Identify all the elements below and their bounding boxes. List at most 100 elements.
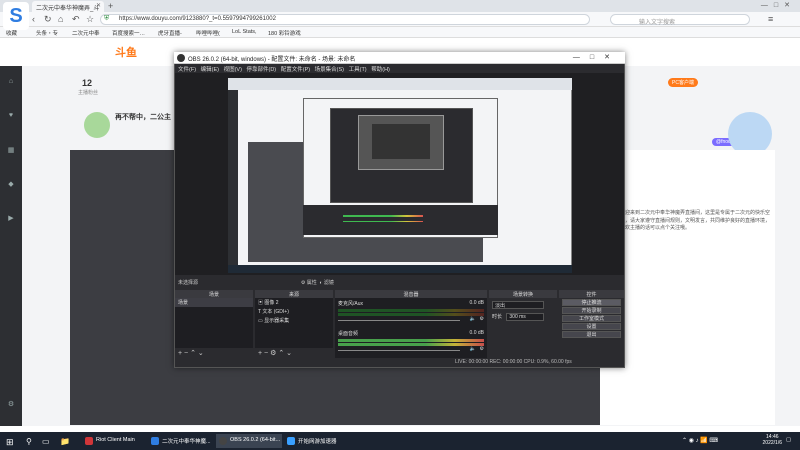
sidebar-settings-icon[interactable]: ⚙: [4, 400, 18, 410]
text-icon: T: [258, 309, 261, 315]
filter-icon[interactable]: ◐: [320, 280, 323, 286]
stop-streaming-button[interactable]: 停止推流: [562, 299, 621, 306]
browser-logo-icon[interactable]: S: [3, 2, 29, 30]
gear-icon[interactable]: ⚙: [270, 350, 276, 357]
transitions-dock-title: 场景转换: [489, 290, 557, 298]
taskbar-app-riot[interactable]: Riot Client Main: [82, 434, 146, 448]
sidebar-home-icon[interactable]: ⌂: [4, 78, 18, 88]
new-tab-icon[interactable]: +: [108, 1, 113, 11]
speaker-icon[interactable]: 🔈: [470, 316, 476, 322]
speaker-icon[interactable]: 🔈: [470, 346, 476, 352]
sidebar-follow-icon[interactable]: ♥: [4, 112, 18, 122]
gear-icon[interactable]: ⚙: [301, 280, 305, 286]
bookmark-item[interactable]: 180 彩铃游戏: [268, 29, 301, 37]
add-icon[interactable]: +: [258, 350, 262, 357]
volume-slider[interactable]: 🔈 ⚙: [338, 346, 484, 354]
accelerator-icon: [287, 437, 295, 445]
source-item[interactable]: T 文本 (GDI+): [255, 307, 333, 316]
source-label: 文本 (GDI+): [262, 309, 289, 315]
host-avatar[interactable]: [84, 112, 110, 138]
remove-icon[interactable]: −: [184, 350, 188, 357]
home-icon[interactable]: ⌂: [58, 14, 63, 24]
exit-button[interactable]: 退出: [562, 331, 621, 338]
chevron-down-icon[interactable]: ⌄: [286, 350, 292, 357]
star-icon[interactable]: ☆: [86, 14, 94, 25]
bookmark-item[interactable]: LoL Stats,: [232, 29, 257, 35]
controls-dock: 控件 停止推流 开始录制 工作室模式 设置 退出: [559, 290, 624, 358]
browser-tab[interactable]: 二次元中奉华神魔弄_斗: [32, 1, 104, 12]
gear-icon[interactable]: ⚙: [480, 316, 484, 322]
remove-icon[interactable]: −: [264, 350, 268, 357]
riot-icon: [85, 437, 93, 445]
volume-meter: [338, 309, 484, 312]
site-logo[interactable]: 斗鱼: [115, 44, 137, 60]
browser-tab-bar: [0, 0, 800, 12]
system-clock[interactable]: 14:46 2022/1/6: [763, 434, 782, 446]
chevron-up-icon[interactable]: ⌃: [278, 350, 284, 357]
taskbar-app-browser[interactable]: 二次元中奉华神魔...: [148, 434, 214, 448]
pc-client-badge[interactable]: PC客户端: [668, 78, 698, 87]
room-description: 欢迎来到二次元中奉华神魔弄直播间，这里是专属于二次元的快乐空间，请大家遵守直播间…: [620, 210, 771, 231]
image-icon: ▣: [258, 300, 264, 306]
scene-item[interactable]: 场景: [175, 298, 253, 307]
no-source-text: 未选择源: [178, 280, 199, 286]
studio-mode-button[interactable]: 工作室模式: [562, 315, 621, 322]
obs-title-bar[interactable]: OBS 26.0.2 (64-bit, windows) - 配置文件: 未命名…: [174, 52, 625, 64]
taskbar-app-label: 开始网游加速器: [298, 439, 337, 445]
bookmark-item[interactable]: 收藏: [6, 29, 17, 37]
bookmark-item[interactable]: 头条・专: [36, 29, 58, 37]
bookmark-item[interactable]: 哔哩哔哩(: [196, 29, 220, 37]
taskbar-app-label: Riot Client Main: [96, 437, 135, 443]
start-recording-button[interactable]: 开始录制: [562, 307, 621, 314]
filters-button[interactable]: 滤镜: [324, 280, 334, 286]
follower-label: 主播粉丝: [78, 90, 99, 96]
window-controls[interactable]: —□✕: [761, 1, 796, 9]
file-explorer-icon[interactable]: 📁: [56, 434, 74, 448]
controls-dock-title: 控件: [559, 290, 624, 298]
duration-input[interactable]: 300 ms: [506, 313, 545, 321]
sidebar-video-icon[interactable]: ▶: [4, 214, 18, 224]
settings-button[interactable]: 设置: [562, 323, 621, 330]
gear-icon[interactable]: ⚙: [480, 346, 484, 352]
search-icon[interactable]: ⚲: [22, 434, 36, 448]
volume-meter: [338, 339, 484, 342]
sources-toolbar: + − ⚙ ⌃ ⌄: [255, 349, 333, 358]
sidebar-category-icon[interactable]: ▦: [4, 146, 18, 156]
sidebar-game-icon[interactable]: ◆: [4, 180, 18, 190]
bookmark-item[interactable]: 百度搜索一…: [112, 29, 145, 37]
windows-start-icon[interactable]: ⊞: [0, 434, 18, 448]
volume-meter: [338, 343, 484, 346]
volume-meter: [338, 313, 484, 316]
menu-icon[interactable]: ≡: [768, 14, 773, 24]
chevron-up-icon[interactable]: ⌃: [190, 350, 196, 357]
chevron-down-icon[interactable]: ⌄: [198, 350, 204, 357]
back-icon[interactable]: ‹: [32, 14, 35, 24]
task-view-icon[interactable]: ▭: [38, 434, 54, 448]
tray-icons[interactable]: ⌃ ◉ ♪ 📶 ⌨: [682, 434, 722, 448]
obs-window-controls[interactable]: —□✕: [573, 53, 620, 61]
taskbar-app-label: 二次元中奉华神魔...: [162, 439, 211, 445]
bookmark-item[interactable]: 二次元中奉: [72, 29, 100, 37]
properties-button[interactable]: 属性: [307, 280, 317, 286]
source-item[interactable]: ▣ 图像 2: [255, 298, 333, 307]
search-input[interactable]: 输入文字搜索: [610, 14, 750, 26]
undo-icon[interactable]: ↶: [72, 14, 80, 25]
mixer-track: 桌面音频 0.0 dB 🔈 ⚙: [338, 330, 484, 354]
taskbar-app-obs[interactable]: OBS 26.0.2 (64-bit...: [216, 434, 282, 448]
taskbar-app-accelerator[interactable]: 开始网游加速器: [284, 434, 340, 448]
source-label: 图像 2: [264, 300, 279, 306]
tab-close-icon[interactable]: ✕: [96, 2, 101, 9]
obs-logo-icon: [177, 54, 185, 62]
bookmark-item[interactable]: 虎牙直播-: [158, 29, 182, 37]
obs-icon: [219, 437, 227, 445]
url-input[interactable]: https://www.douyu.com/9123880?_t=0.55979…: [100, 14, 590, 25]
notification-icon[interactable]: ▢: [784, 434, 795, 448]
volume-slider[interactable]: 🔈 ⚙: [338, 316, 484, 324]
refresh-icon[interactable]: ↻: [44, 14, 52, 25]
transition-select[interactable]: 淡出: [492, 301, 544, 309]
add-icon[interactable]: +: [178, 350, 182, 357]
source-item[interactable]: ▭ 显示器采集: [255, 316, 333, 325]
follower-count: 12: [82, 78, 93, 88]
track-name: 桌面音频: [338, 331, 359, 337]
taskbar-app-label: OBS 26.0.2 (64-bit...: [230, 437, 281, 443]
